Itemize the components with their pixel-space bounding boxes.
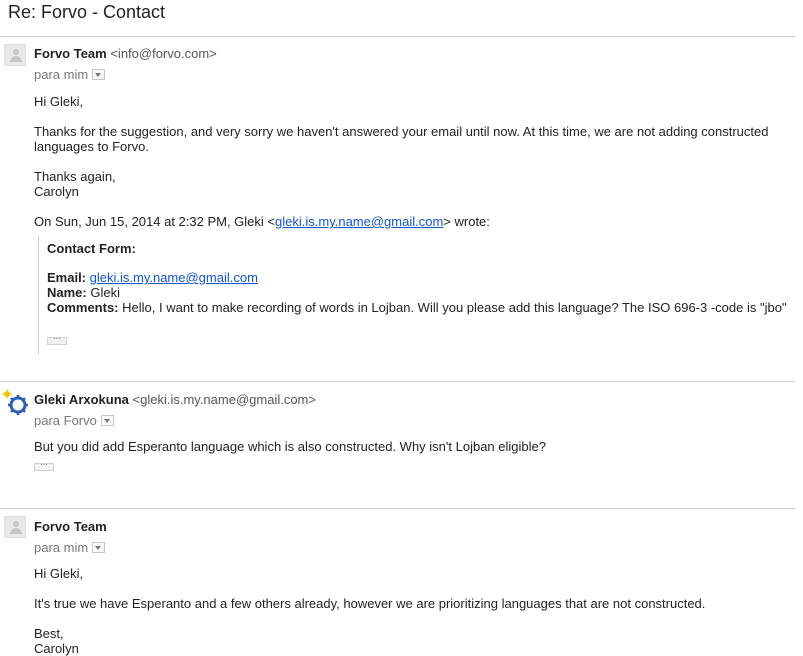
gear-avatar-icon[interactable] (2, 389, 28, 415)
divider (0, 381, 795, 382)
greeting: Hi Gleki, (34, 566, 84, 581)
sender-name[interactable]: Forvo Team (34, 46, 107, 61)
recipient-label: para mim (34, 67, 89, 82)
avatar[interactable] (4, 516, 26, 538)
quote-comments-label: Comments: (47, 300, 119, 315)
body-text: languages to Forvo. (34, 139, 149, 154)
sender[interactable]: Forvo Team (34, 519, 107, 534)
chevron-down-icon[interactable] (100, 415, 114, 427)
body-text: Thanks for the suggestion, and very sorr… (34, 124, 769, 139)
sender-email: <gleki.is.my.name@gmail.com> (132, 392, 316, 407)
quote-name-value: Gleki (90, 285, 120, 300)
sender-name[interactable]: Forvo Team (34, 519, 107, 534)
greeting: Hi Gleki, (34, 94, 84, 109)
quote-title-text: Contact Form: (47, 241, 136, 256)
recipient-label: para mim (34, 540, 89, 555)
signoff: Thanks again, (34, 169, 116, 184)
quote-email-link[interactable]: gleki.is.my.name@gmail.com (90, 270, 258, 285)
signoff-name: Carolyn (34, 641, 79, 656)
recipient-line: para mim (34, 540, 106, 555)
recipient-label: para Forvo (34, 413, 97, 428)
quote-name-row: Name: Gleki (47, 285, 120, 300)
chevron-down-icon[interactable] (92, 69, 106, 81)
sender[interactable]: Forvo Team <info@forvo.com> (34, 46, 217, 61)
body-text: But you did add Esperanto language which… (34, 439, 546, 454)
show-trimmed-content-button[interactable]: ··· (34, 461, 54, 471)
quote-header-prefix: On Sun, Jun 15, 2014 at 2:32 PM, Gleki < (34, 214, 276, 229)
quote-comments-row: Comments: Hello, I want to make recordin… (47, 300, 787, 315)
sender-email: <info@forvo.com> (110, 46, 217, 61)
chevron-down-icon[interactable] (92, 542, 106, 554)
quote-header-email-link[interactable]: gleki.is.my.name@gmail.com (275, 214, 443, 229)
signoff: Best, (34, 626, 64, 641)
quote-title: Contact Form: (47, 241, 136, 256)
divider (0, 36, 795, 37)
quote-name-label: Name: (47, 285, 87, 300)
body-text: It's true we have Esperanto and a few ot… (34, 596, 706, 611)
avatar[interactable] (4, 44, 26, 66)
recipient-line: para Forvo (34, 413, 114, 428)
email-subject: Re: Forvo - Contact (8, 2, 166, 22)
quote-bar (38, 236, 39, 354)
divider (0, 508, 795, 509)
sender[interactable]: Gleki Arxokuna <gleki.is.my.name@gmail.c… (34, 392, 316, 407)
quote-email-row: Email: gleki.is.my.name@gmail.com (47, 270, 258, 285)
quote-header-suffix: > wrote: (443, 214, 490, 229)
quote-header: On Sun, Jun 15, 2014 at 2:32 PM, Gleki <… (34, 214, 490, 229)
signoff-name: Carolyn (34, 184, 79, 199)
quote-email-label: Email: (47, 270, 87, 285)
quote-comments-value: Hello, I want to make recording of words… (122, 300, 787, 315)
recipient-line: para mim (34, 67, 106, 82)
sender-name[interactable]: Gleki Arxokuna (34, 392, 129, 407)
show-trimmed-content-button[interactable]: ··· (47, 335, 67, 345)
